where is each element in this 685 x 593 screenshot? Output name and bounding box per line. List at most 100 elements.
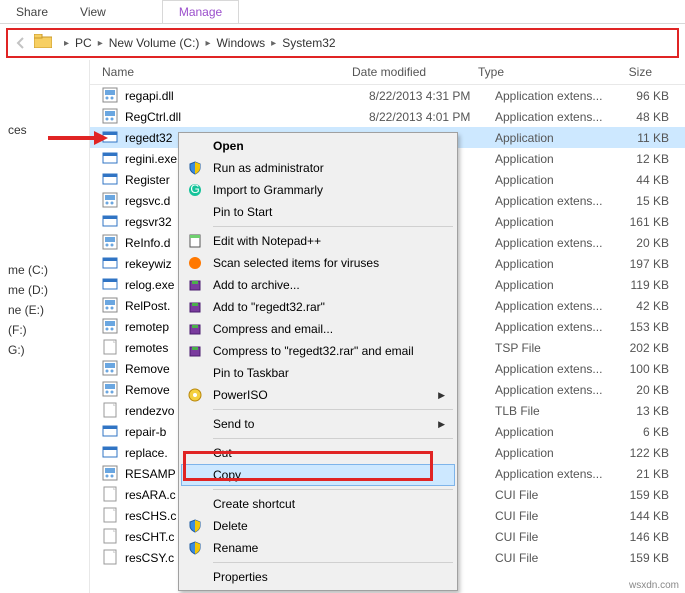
ctx-pin-taskbar[interactable]: Pin to Taskbar (181, 362, 455, 384)
ctx-rename[interactable]: Rename (181, 537, 455, 559)
tree-item[interactable]: ces (0, 120, 89, 140)
tab-share[interactable]: Share (0, 1, 64, 23)
watermark: wsxdn.com (629, 580, 679, 591)
file-row[interactable]: RegCtrl.dll8/22/2013 4:01 PMApplication … (90, 106, 685, 127)
file-type: CUI File (495, 551, 619, 565)
poweriso-icon (185, 385, 205, 405)
crumb-volume[interactable]: New Volume (C:) (109, 36, 200, 50)
file-type: Application (495, 173, 619, 187)
file-name: RegCtrl.dll (125, 110, 369, 124)
chevron-right-icon[interactable]: ▸ (64, 38, 69, 49)
shield-icon (185, 538, 205, 558)
context-menu: Open Run as administrator GImport to Gra… (178, 132, 458, 591)
file-size: 42 KB (619, 299, 679, 313)
file-icon (102, 129, 119, 146)
header-date[interactable]: Date modified (352, 65, 478, 79)
file-type: TSP File (495, 341, 619, 355)
header-size[interactable]: Size (602, 65, 662, 79)
ctx-delete[interactable]: Delete (181, 515, 455, 537)
ctx-properties[interactable]: Properties (181, 566, 455, 588)
file-icon (102, 192, 119, 209)
file-icon (102, 339, 119, 356)
file-row[interactable]: regapi.dll8/22/2013 4:31 PMApplication e… (90, 85, 685, 106)
file-type: Application extens... (495, 467, 619, 481)
header-type[interactable]: Type (478, 65, 602, 79)
file-type: Application (495, 446, 619, 460)
ctx-compress-email[interactable]: Compress and email... (181, 318, 455, 340)
tree-item[interactable]: (F:) (0, 320, 89, 340)
file-icon (102, 528, 119, 545)
file-size: 21 KB (619, 467, 679, 481)
winrar-icon (185, 275, 205, 295)
file-size: 11 KB (619, 131, 679, 145)
file-icon (102, 87, 119, 104)
ctx-notepad[interactable]: Edit with Notepad++ (181, 230, 455, 252)
tree-item[interactable]: ne (E:) (0, 300, 89, 320)
ctx-grammarly[interactable]: GImport to Grammarly (181, 179, 455, 201)
tree-item[interactable]: G:) (0, 340, 89, 360)
ctx-open[interactable]: Open (181, 135, 455, 157)
chevron-right-icon[interactable]: ▸ (98, 38, 103, 49)
file-size: 159 KB (619, 551, 679, 565)
crumb-system32[interactable]: System32 (282, 36, 335, 50)
file-icon (102, 171, 119, 188)
tree-item[interactable]: me (D:) (0, 280, 89, 300)
grammarly-icon: G (185, 180, 205, 200)
menu-separator (213, 226, 453, 227)
file-type: Application (495, 131, 619, 145)
file-size: 122 KB (619, 446, 679, 460)
folder-icon (34, 34, 52, 52)
column-headers[interactable]: Name Date modified Type Size (90, 60, 685, 85)
file-type: Application (495, 257, 619, 271)
winrar-icon (185, 341, 205, 361)
file-type: Application extens... (495, 320, 619, 334)
file-type: Application (495, 278, 619, 292)
file-size: 96 KB (619, 89, 679, 103)
file-size: 119 KB (619, 278, 679, 292)
ctx-copy[interactable]: Copy (181, 464, 455, 486)
menu-separator (213, 438, 453, 439)
file-type: Application (495, 425, 619, 439)
file-icon (102, 507, 119, 524)
file-type: Application (495, 215, 619, 229)
ctx-scan[interactable]: Scan selected items for viruses (181, 252, 455, 274)
nav-tree[interactable]: ces me (C:) me (D:) ne (E:) (F:) G:) (0, 60, 90, 593)
file-icon (102, 108, 119, 125)
menu-separator (213, 409, 453, 410)
file-icon (102, 276, 119, 293)
ctx-addto-rar[interactable]: Add to "regedt32.rar" (181, 296, 455, 318)
file-icon (102, 234, 119, 251)
address-bar[interactable]: ▸ PC ▸ New Volume (C:) ▸ Windows ▸ Syste… (6, 28, 679, 58)
file-icon (102, 549, 119, 566)
file-type: Application extens... (495, 194, 619, 208)
ctx-pin-start[interactable]: Pin to Start (181, 201, 455, 223)
tree-item[interactable]: me (C:) (0, 260, 89, 280)
ctx-cut[interactable]: Cut (181, 442, 455, 464)
crumb-windows[interactable]: Windows (216, 36, 265, 50)
tab-view[interactable]: View (64, 1, 122, 23)
file-icon (102, 213, 119, 230)
ctx-compress-to-email[interactable]: Compress to "regedt32.rar" and email (181, 340, 455, 362)
file-type: Application extens... (495, 110, 619, 124)
crumb-pc[interactable]: PC (75, 36, 92, 50)
back-arrow-icon[interactable] (12, 34, 30, 52)
ribbon-tabs: Share View Manage (0, 0, 685, 24)
ctx-sendto[interactable]: Send to▶ (181, 413, 455, 435)
file-date: 8/22/2013 4:31 PM (369, 89, 495, 103)
file-type: Application (495, 152, 619, 166)
chevron-right-icon[interactable]: ▸ (205, 38, 210, 49)
ctx-run-as-admin[interactable]: Run as administrator (181, 157, 455, 179)
ctx-poweriso[interactable]: PowerISO▶ (181, 384, 455, 406)
file-size: 15 KB (619, 194, 679, 208)
chevron-right-icon[interactable]: ▸ (271, 38, 276, 49)
tab-manage[interactable]: Manage (162, 0, 239, 23)
ctx-archive[interactable]: Add to archive... (181, 274, 455, 296)
file-icon (102, 444, 119, 461)
menu-separator (213, 562, 453, 563)
file-icon (102, 486, 119, 503)
file-icon (102, 360, 119, 377)
file-type: Application extens... (495, 299, 619, 313)
file-type: CUI File (495, 530, 619, 544)
ctx-create-shortcut[interactable]: Create shortcut (181, 493, 455, 515)
header-name[interactable]: Name (102, 65, 352, 79)
